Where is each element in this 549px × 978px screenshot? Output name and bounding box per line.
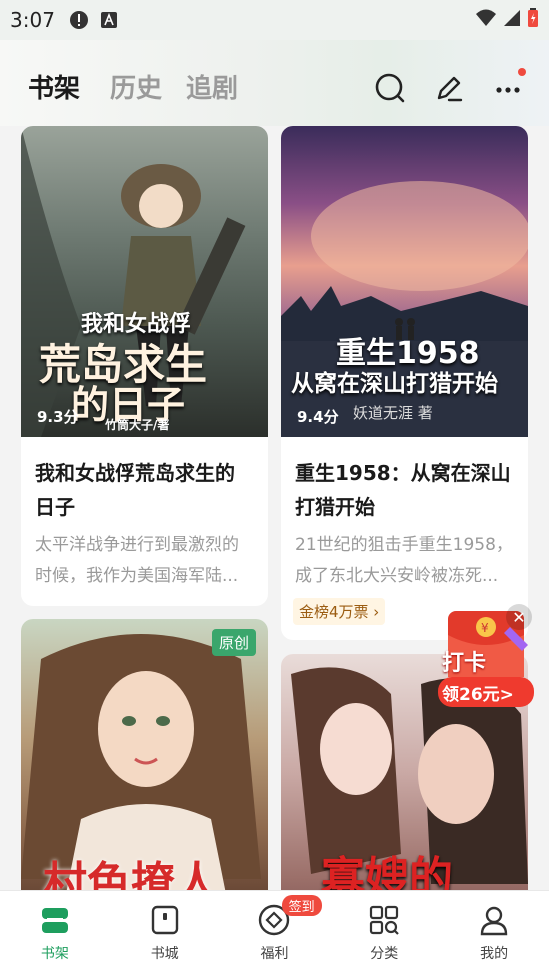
book-title: 我和女战俘荒岛求生的日子 xyxy=(35,461,235,519)
status-bar: 3:07 xyxy=(0,0,549,40)
nav-label: 我的 xyxy=(480,946,509,962)
profile-icon xyxy=(477,903,511,937)
book-description: 21世纪的狙击手重生1958，成了东北大兴安岭被冻死... xyxy=(295,535,513,586)
nav-label: 分类 xyxy=(370,946,399,962)
battery-icon xyxy=(527,7,539,33)
book-author: 妖道无涯 著 xyxy=(353,404,433,422)
nav-label: 书架 xyxy=(40,946,69,962)
rank-badge[interactable]: 金榜4万票 › xyxy=(293,598,386,625)
book-cover[interactable]: 原创 村色撩人 xyxy=(21,619,268,890)
header: 书架 历史 追剧 xyxy=(0,40,549,126)
nav-label: 福利 xyxy=(260,946,289,962)
alert-icon xyxy=(69,10,89,30)
book-card[interactable]: 我和女战俘 荒岛求生 的日子 竹筒大子/著 9.3分 我和女战俘荒岛求生的日子 … xyxy=(21,126,268,606)
status-time: 3:07 xyxy=(10,8,55,32)
cover-title-line: 从窝在深山打猎开始 xyxy=(291,371,498,397)
notification-dot xyxy=(518,68,526,76)
nav-item-profile[interactable]: 我的 xyxy=(439,891,549,978)
nav-item-welfare[interactable]: 福利 签到 xyxy=(220,891,330,978)
checkin-badge: 签到 xyxy=(281,895,322,916)
cover-author: 竹筒大子/著 xyxy=(105,418,170,432)
bookstore-icon xyxy=(148,903,182,937)
text-icon xyxy=(99,10,119,30)
close-icon[interactable]: ✕ xyxy=(506,604,532,630)
nav-item-category[interactable]: 分类 xyxy=(329,891,439,978)
book-description: 太平洋战争进行到最激烈的时候，我作为美国海军陆... xyxy=(35,535,239,586)
book-score: 9.4分 xyxy=(297,408,339,426)
book-score: 9.3分 xyxy=(37,408,79,426)
book-cover[interactable]: 我和女战俘 荒岛求生 的日子 竹筒大子/著 9.3分 xyxy=(21,126,268,437)
bookshelf-grid: 我和女战俘 荒岛求生 的日子 竹筒大子/著 9.3分 我和女战俘荒岛求生的日子 … xyxy=(0,126,549,890)
book-title: 重生1958：从窝在深山打猎开始 xyxy=(295,461,511,519)
signal-icon xyxy=(503,8,521,32)
nav-item-bookstore[interactable]: 书城 xyxy=(110,891,220,978)
bottom-nav: 书架 书城 福利 签到 分类 我的 xyxy=(0,890,549,978)
book-card[interactable]: 重生1958 从窝在深山打猎开始 9.4分 妖道无涯 著 重生1958：从窝在深… xyxy=(281,126,528,640)
wifi-icon xyxy=(475,8,497,32)
original-badge: 原创 xyxy=(211,629,256,656)
book-cover[interactable]: 重生1958 从窝在深山打猎开始 9.4分 妖道无涯 著 xyxy=(281,126,528,437)
cover-title-line: 寡嫂的 xyxy=(321,853,453,890)
nav-item-bookshelf[interactable]: 书架 xyxy=(0,891,110,978)
search-icon[interactable] xyxy=(372,70,408,106)
book-card[interactable]: 原创 村色撩人 xyxy=(21,619,268,890)
cover-title-line: 村色撩人 xyxy=(43,858,219,890)
checkin-title: 打卡 xyxy=(442,651,487,676)
nav-label: 书城 xyxy=(150,946,179,962)
tab-history[interactable]: 历史 xyxy=(110,68,162,105)
category-icon xyxy=(367,903,401,937)
tab-bookshelf[interactable]: 书架 xyxy=(28,68,80,105)
bookshelf-icon xyxy=(38,903,72,937)
edit-icon[interactable] xyxy=(431,70,467,106)
svg-text:¥: ¥ xyxy=(481,621,489,635)
tab-drama[interactable]: 追剧 xyxy=(186,68,238,105)
checkin-reward: 领26元> xyxy=(442,685,514,705)
